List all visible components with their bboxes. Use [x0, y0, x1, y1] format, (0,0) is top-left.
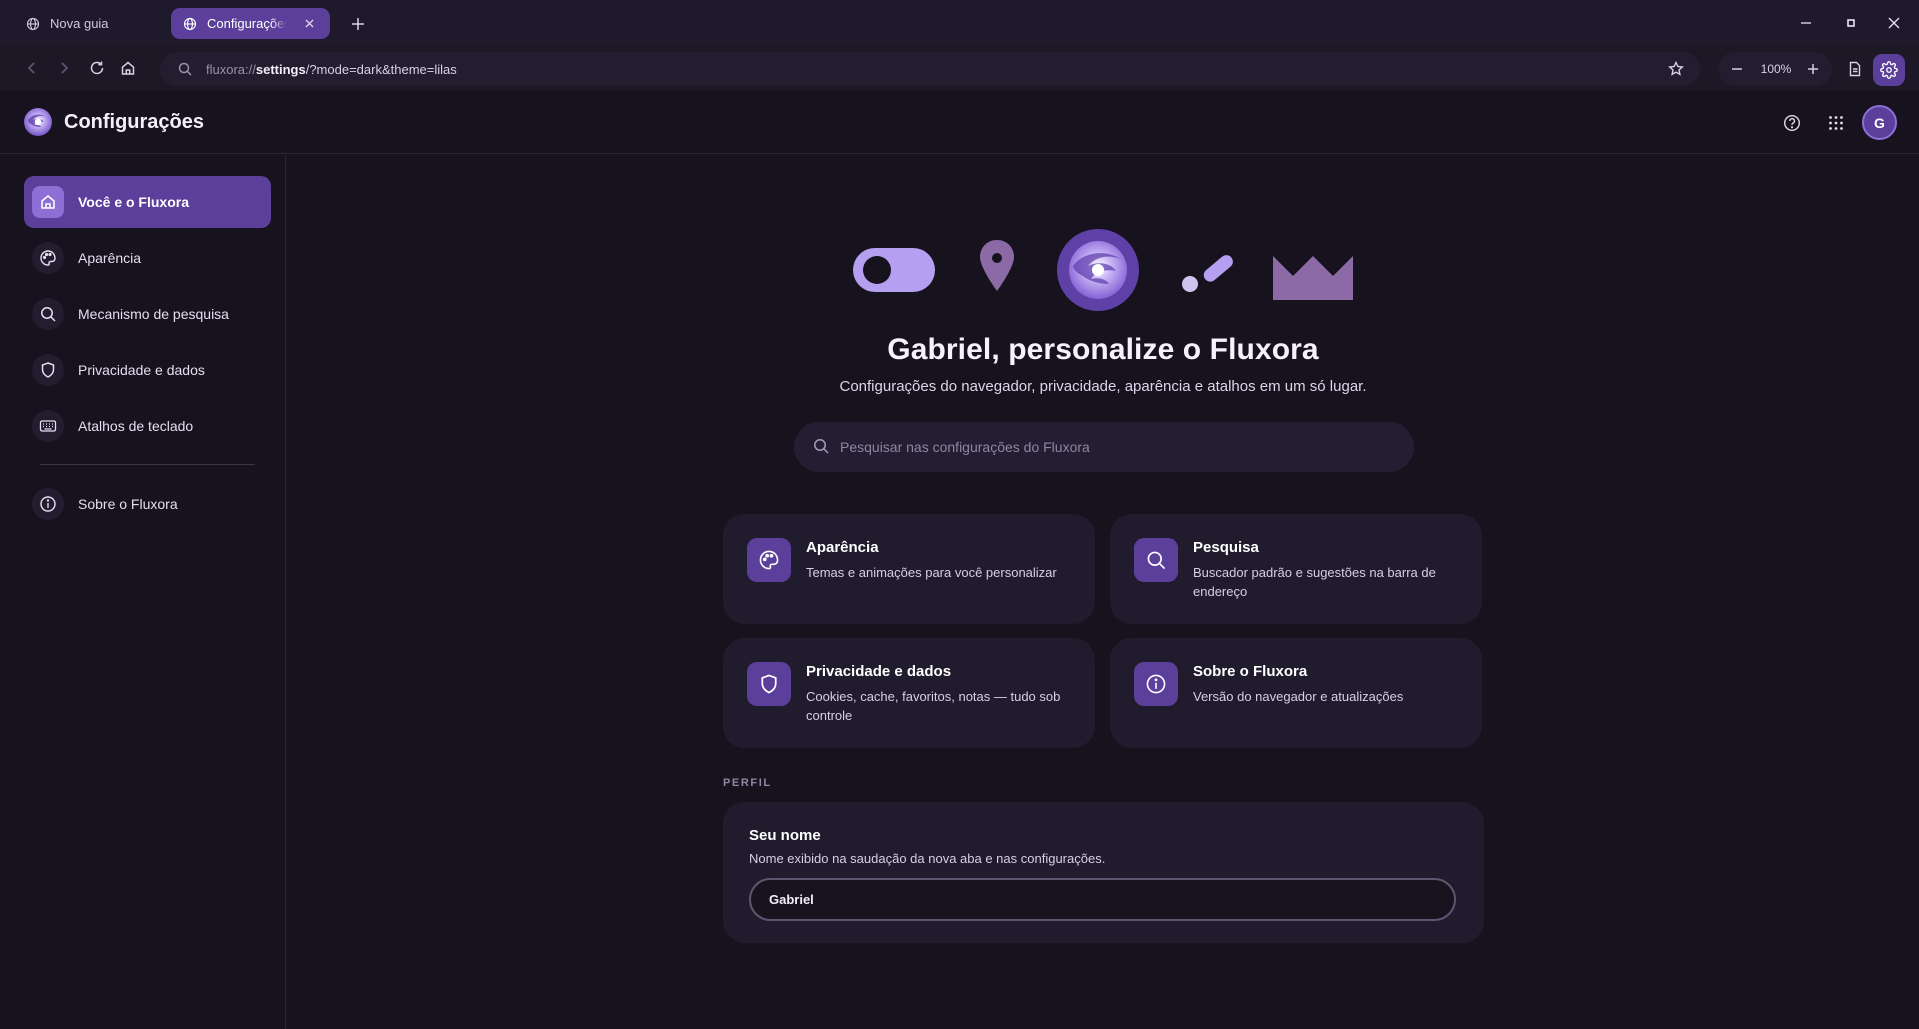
search-icon — [32, 298, 64, 330]
sidebar-item-label: Mecanismo de pesquisa — [78, 306, 229, 322]
info-icon — [32, 488, 64, 520]
url-scheme: fluxora:// — [206, 61, 256, 77]
zoom-in-button[interactable] — [1806, 62, 1820, 76]
settings-gear-button[interactable] — [1873, 54, 1905, 86]
palette-icon — [747, 538, 791, 582]
fluxora-logo-icon — [22, 106, 54, 138]
card-pesquisa[interactable]: Pesquisa Buscador padrão e sugestões na … — [1110, 514, 1482, 624]
card-description: Versão do navegador e atualizações — [1193, 689, 1404, 704]
profile-title: Seu nome — [749, 827, 821, 844]
sidebar: Você e o Fluxora Aparência Mecanismo de … — [0, 155, 286, 1029]
reload-button[interactable] — [84, 55, 110, 81]
close-tab-icon[interactable] — [300, 15, 318, 33]
search-icon — [812, 437, 830, 455]
card-description: Cookies, cache, favoritos, notas — tudo … — [806, 689, 1061, 723]
pen-icon — [1182, 255, 1233, 292]
map-pin-icon — [980, 240, 1014, 291]
home-icon — [32, 186, 64, 218]
tab-nova-guia[interactable]: Nova guia — [14, 8, 164, 39]
tab-label: Nova guia — [50, 16, 109, 31]
home-button[interactable] — [115, 55, 141, 81]
card-title: Pesquisa — [1193, 539, 1259, 556]
close-window-button[interactable] — [1879, 11, 1909, 35]
welcome-headline: Gabriel, personalize o Fluxora — [887, 333, 1319, 366]
settings-search — [794, 422, 1414, 472]
tab-label: Configurações — [207, 16, 287, 31]
new-tab-button[interactable] — [346, 12, 370, 36]
card-title: Privacidade e dados — [806, 663, 952, 680]
url-rest: /?mode=dark&theme=lilas — [305, 61, 457, 77]
bookmark-star-icon[interactable] — [1668, 61, 1684, 77]
sidebar-item-label: Você e o Fluxora — [78, 194, 189, 210]
name-field[interactable] — [749, 878, 1456, 921]
hero-illustration — [850, 228, 1360, 312]
avatar[interactable]: G — [1862, 105, 1897, 140]
sidebar-item-label: Privacidade e dados — [78, 362, 205, 378]
card-privacidade-e-dados[interactable]: Privacidade e dados Cookies, cache, favo… — [723, 638, 1095, 748]
crown-icon — [1273, 256, 1353, 300]
reading-mode-button[interactable] — [1842, 56, 1868, 82]
card-title: Aparência — [806, 539, 879, 556]
card-description: Temas e animações para você personalizar — [806, 565, 1057, 580]
sidebar-item-atalhos-de-teclado[interactable]: Atalhos de teclado — [24, 400, 271, 452]
fluxora-logo-icon — [1057, 229, 1139, 311]
restore-button[interactable] — [1836, 11, 1866, 35]
tab-strip: Nova guia Configurações — [0, 0, 1919, 45]
url-host: settings — [255, 61, 306, 77]
sidebar-item-label: Atalhos de teclado — [78, 418, 194, 434]
toggle-icon — [853, 248, 935, 292]
sidebar-item-label: Sobre o Fluxora — [78, 496, 178, 512]
sidebar-item-voce-e-o-fluxora[interactable]: Você e o Fluxora — [24, 176, 271, 228]
section-label-perfil: PERFIL — [723, 777, 772, 789]
profile-description: Nome exibido na saudação da nova aba e n… — [749, 851, 1106, 866]
sidebar-divider — [40, 464, 255, 465]
page-title: Configurações — [64, 111, 205, 133]
sidebar-item-sobre-o-fluxora[interactable]: Sobre o Fluxora — [24, 478, 271, 530]
profile-card: Seu nome Nome exibido na saudação da nov… — [723, 802, 1484, 943]
zoom-level: 100% — [1760, 62, 1792, 76]
url-text: fluxora://settings/?mode=dark&theme=lila… — [206, 62, 457, 77]
minimize-button[interactable] — [1791, 11, 1821, 35]
app-header: Configurações G — [0, 90, 1919, 154]
search-icon — [1134, 538, 1178, 582]
sidebar-item-privacidade-e-dados[interactable]: Privacidade e dados — [24, 344, 271, 396]
card-title: Sobre o Fluxora — [1193, 663, 1308, 680]
shield-icon — [32, 354, 64, 386]
keyboard-icon — [32, 410, 64, 442]
help-icon[interactable] — [1779, 110, 1805, 136]
sidebar-item-mecanismo-de-pesquisa[interactable]: Mecanismo de pesquisa — [24, 288, 271, 340]
apps-grid-icon[interactable] — [1823, 110, 1849, 136]
palette-icon — [32, 242, 64, 274]
sidebar-item-aparencia[interactable]: Aparência — [24, 232, 271, 284]
address-bar[interactable]: fluxora://settings/?mode=dark&theme=lila… — [160, 52, 1700, 86]
forward-button[interactable] — [51, 55, 77, 81]
card-aparencia[interactable]: Aparência Temas e animações para você pe… — [723, 514, 1095, 624]
zoom-control: 100% — [1718, 52, 1832, 86]
globe-icon — [183, 17, 197, 31]
card-sobre-o-fluxora[interactable]: Sobre o Fluxora Versão do navegador e at… — [1110, 638, 1482, 748]
welcome-subline: Configurações do navegador, privacidade,… — [839, 378, 1367, 395]
zoom-out-button[interactable] — [1730, 62, 1744, 76]
globe-icon — [26, 17, 40, 31]
shield-icon — [747, 662, 791, 706]
back-button[interactable] — [19, 55, 45, 81]
info-icon — [1134, 662, 1178, 706]
tab-configuracoes[interactable]: Configurações — [171, 8, 330, 39]
settings-search-input[interactable] — [840, 422, 1400, 472]
sidebar-item-label: Aparência — [78, 250, 142, 266]
card-description: Buscador padrão e sugestões na barra de … — [1193, 565, 1436, 599]
search-icon — [178, 62, 192, 76]
